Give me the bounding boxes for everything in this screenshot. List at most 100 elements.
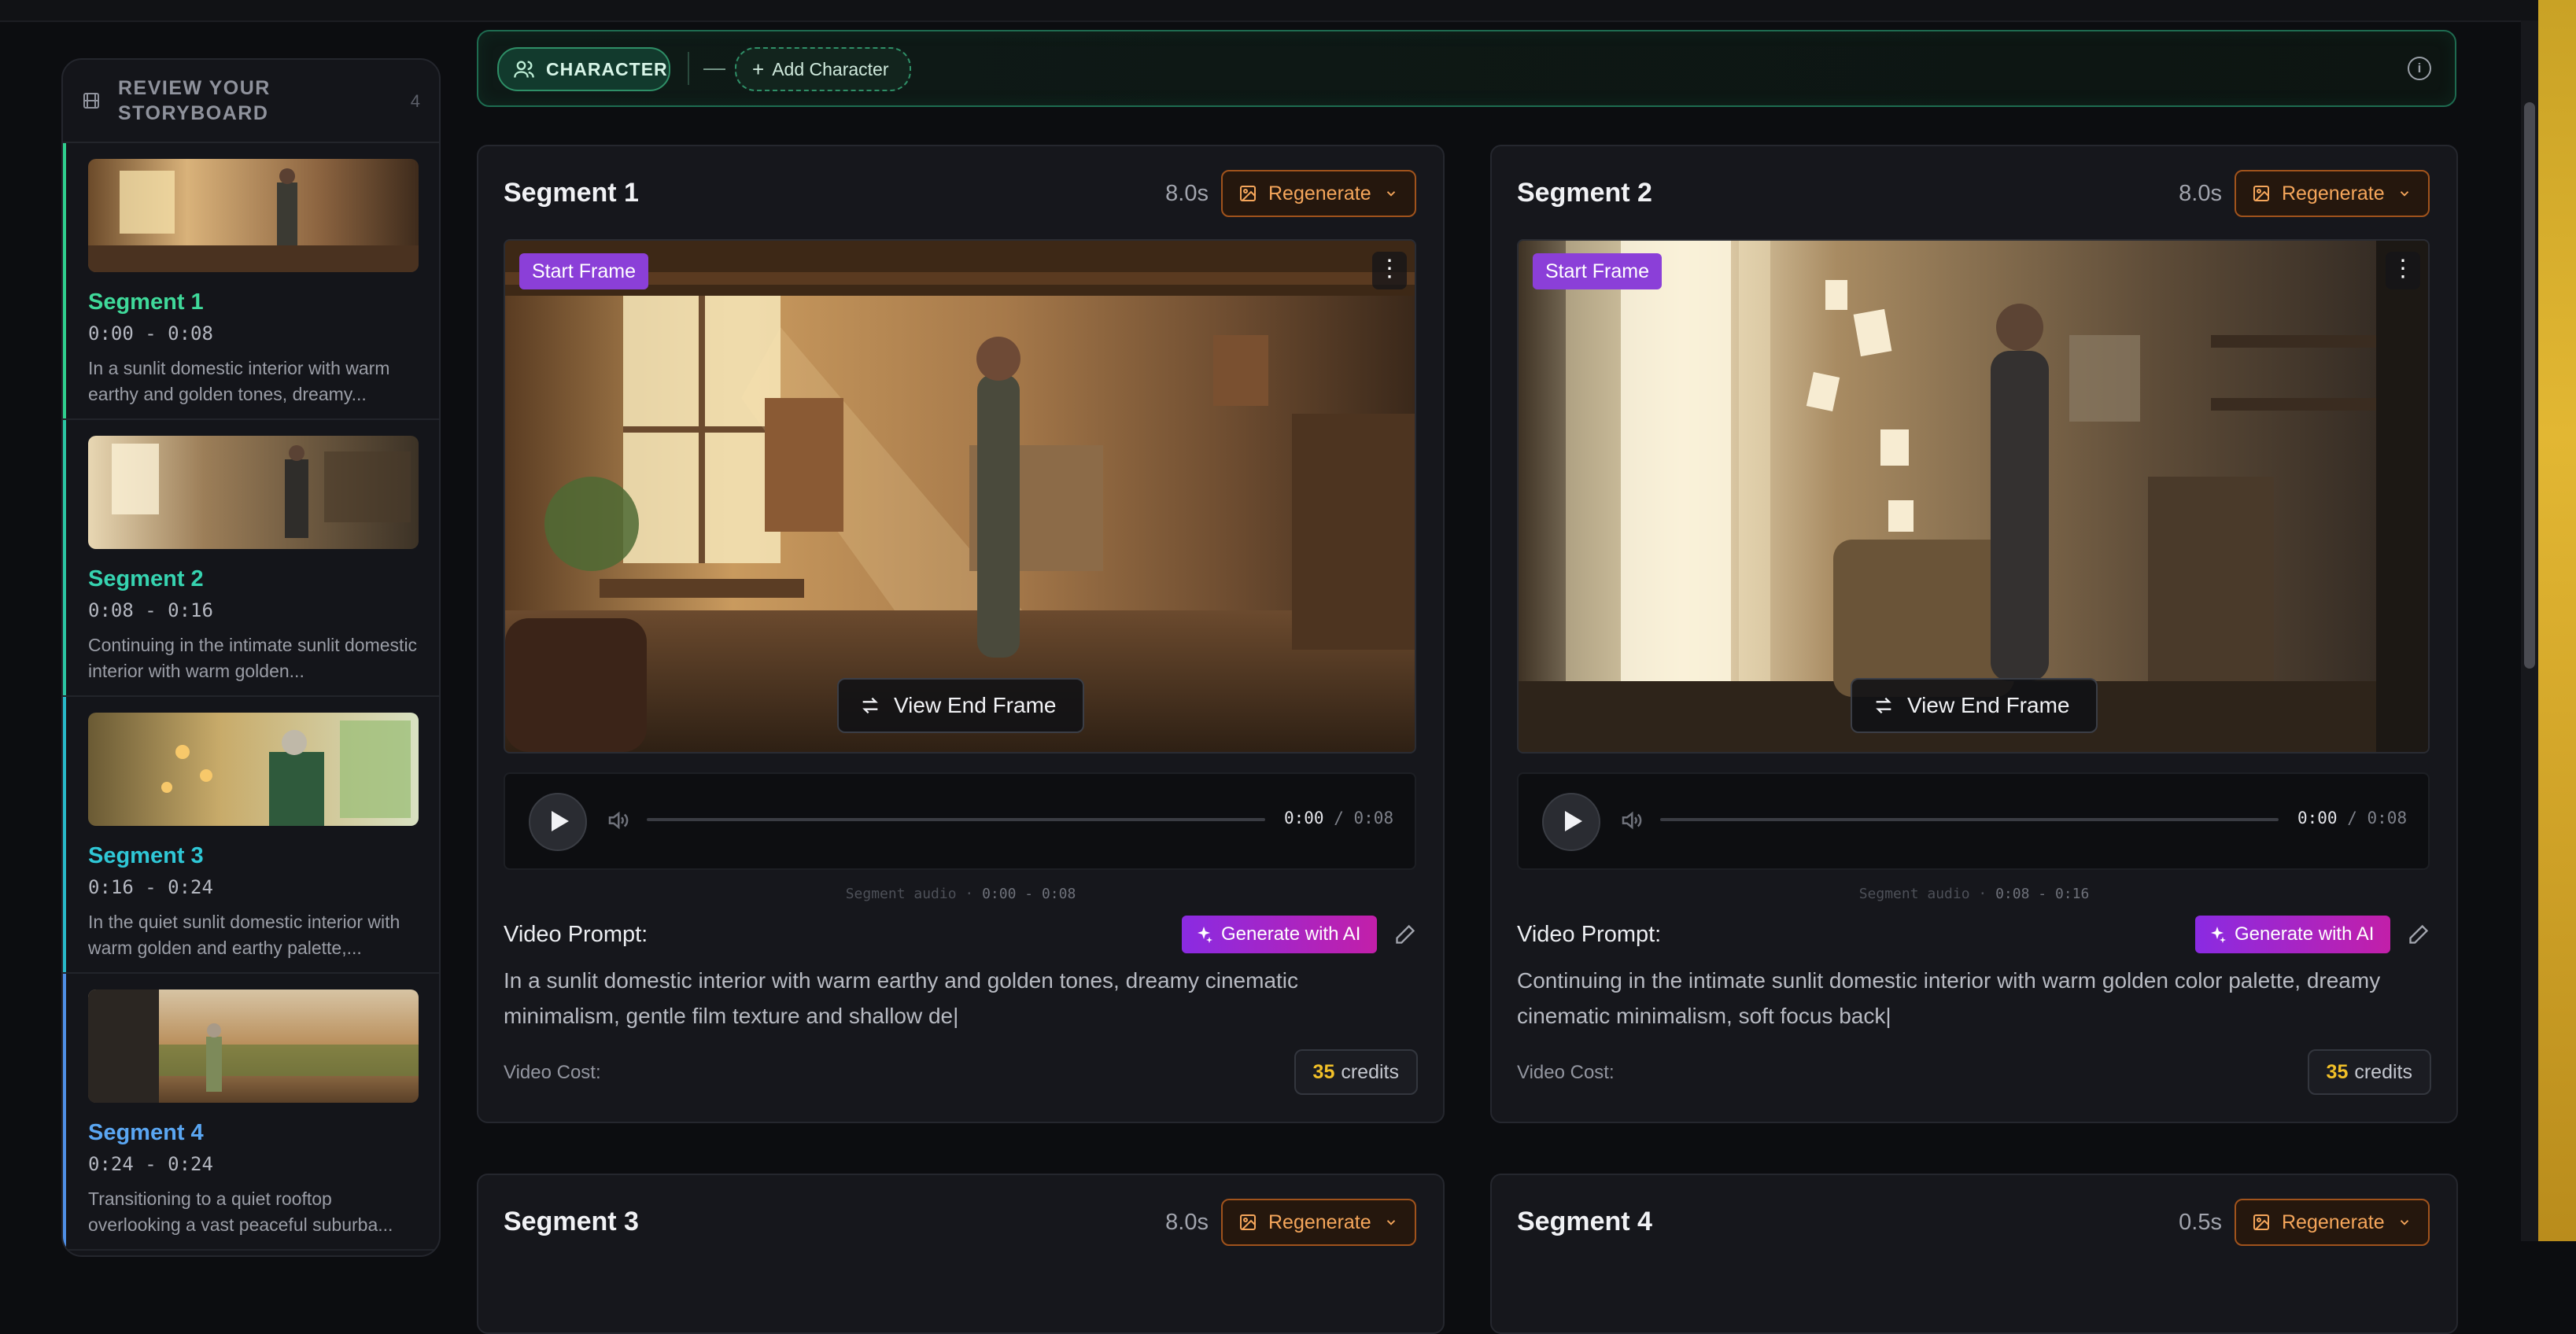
scrollbar-thumb[interactable] <box>2524 102 2535 669</box>
total-time: 0:08 <box>2367 809 2408 827</box>
regenerate-label: Regenerate <box>2282 182 2385 205</box>
regenerate-button[interactable]: Regenerate <box>2235 170 2430 217</box>
generate-with-ai-label: Generate with AI <box>1221 923 1361 945</box>
image-icon <box>2253 1214 2269 1230</box>
chevron-down-icon <box>2400 191 2408 197</box>
view-end-frame-button[interactable]: View End Frame <box>1851 678 2098 733</box>
video-cost-label: Video Cost: <box>504 1062 601 1083</box>
credits-unit: credits <box>1341 1061 1399 1083</box>
start-frame-tag: Start Frame <box>1533 253 1662 289</box>
generate-with-ai-button[interactable]: Generate with AI <box>2195 916 2390 953</box>
character-label: CHARACTER <box>546 58 668 79</box>
segment-indicator <box>63 697 66 972</box>
living-room-scene <box>1519 241 2428 752</box>
credits-unit: credits <box>2354 1061 2412 1083</box>
chevron-down-icon <box>1386 191 1395 197</box>
video-prompt-label: Video Prompt: <box>504 922 648 947</box>
segment-card-1: Segment 1 8.0s Regenerate Start Frame ⋮ … <box>477 145 1445 1123</box>
segment-time: 0:08 - 0:16 <box>88 599 213 621</box>
generate-with-ai-button[interactable]: Generate with AI <box>1182 916 1377 953</box>
segment-name: Segment 3 <box>88 843 204 868</box>
segment-audio-label: Segment audio <box>1858 886 1970 902</box>
video-cost-label: Video Cost: <box>1517 1062 1615 1083</box>
segment-time: 0:00 - 0:08 <box>88 322 213 345</box>
segment-4-thumbnail <box>88 989 419 1103</box>
regenerate-label: Regenerate <box>1268 1211 1371 1233</box>
sidebar-item-segment-2[interactable]: Segment 2 0:08 - 0:16 Continuing in the … <box>63 420 439 697</box>
view-end-frame-label: View End Frame <box>1907 693 2070 717</box>
regenerate-button[interactable]: Regenerate <box>1221 170 1416 217</box>
segment-description: In the quiet sunlit domestic interior wi… <box>88 912 400 958</box>
sidebar-header: REVIEW YOUR STORYBOARD 4 <box>63 60 439 143</box>
active-indicator <box>63 143 66 418</box>
info-icon[interactable]: i <box>2408 57 2431 80</box>
credits-badge: 35 credits <box>2307 1049 2431 1095</box>
segment-audio-range: 0:08 - 0:16 <box>1995 886 2090 902</box>
regenerate-button[interactable]: Regenerate <box>2235 1199 2430 1246</box>
audio-progress-track[interactable] <box>647 818 1265 821</box>
credits-value: 35 <box>2326 1061 2349 1083</box>
segment-card-2: Segment 2 8.0s Regenerate Start Frame ⋮ … <box>1490 145 2458 1123</box>
start-frame-image[interactable]: Start Frame ⋮ View End Frame <box>1517 239 2430 754</box>
swap-icon <box>1876 697 1891 714</box>
add-character-label: Add Character <box>772 58 889 79</box>
segment-name: Segment 2 <box>88 566 204 591</box>
swap-icon <box>862 697 878 714</box>
pencil-icon[interactable] <box>1394 923 1416 945</box>
regenerate-label: Regenerate <box>1268 182 1371 205</box>
film-icon <box>83 93 99 109</box>
more-options-icon[interactable]: ⋮ <box>2386 252 2420 289</box>
time-separator: / <box>1323 809 1354 827</box>
sparkles-icon <box>1198 927 1212 943</box>
sidebar-item-segment-4[interactable]: Segment 4 0:24 - 0:24 Transitioning to a… <box>63 974 439 1251</box>
start-frame-image[interactable]: Start Frame ⋮ View End Frame <box>504 239 1416 754</box>
video-prompt-text[interactable]: In a sunlit domestic interior with warm … <box>504 963 1408 1034</box>
no-character-dash: — <box>703 55 725 79</box>
segment-title: Segment 2 <box>1517 178 1652 208</box>
users-icon <box>514 61 534 78</box>
segment-audio-label: Segment audio <box>845 886 957 902</box>
play-button[interactable] <box>529 793 587 851</box>
view-end-frame-button[interactable]: View End Frame <box>837 678 1084 733</box>
sidebar-item-segment-1[interactable]: Segment 1 0:00 - 0:08 In a sunlit domest… <box>63 143 439 420</box>
segment-indicator <box>63 420 66 695</box>
segment-title: Segment 4 <box>1517 1207 1652 1236</box>
segment-2-thumbnail <box>88 436 419 549</box>
view-end-frame-label: View End Frame <box>894 693 1057 717</box>
add-character-button[interactable]: + Add Character <box>735 47 911 91</box>
segment-duration: 0.5s <box>2179 1210 2222 1235</box>
plus-icon: + <box>752 57 765 81</box>
playback-time: 0:00 / 0:08 <box>2297 809 2407 827</box>
segment-audio-caption: Segment audio · 0:08 - 0:16 <box>1858 886 2090 902</box>
segment-description: Transitioning to a quiet rooftop overloo… <box>88 1188 393 1235</box>
generate-with-ai-label: Generate with AI <box>2235 923 2375 945</box>
character-chip[interactable]: CHARACTER <box>497 47 670 91</box>
segment-audio-caption: Segment audio · 0:00 - 0:08 <box>845 886 1076 902</box>
play-button[interactable] <box>1542 793 1600 851</box>
segment-1-thumbnail <box>88 159 419 272</box>
segment-duration: 8.0s <box>1165 181 1209 206</box>
audio-player: 0:00 / 0:08 <box>504 772 1416 870</box>
time-separator: / <box>2337 809 2367 827</box>
volume-icon[interactable] <box>1619 809 1643 832</box>
video-prompt-text[interactable]: Continuing in the intimate sunlit domest… <box>1517 963 2422 1034</box>
segment-description: In a sunlit domestic interior with warm … <box>88 358 390 404</box>
segment-audio-range: 0:00 - 0:08 <box>982 886 1076 902</box>
playback-time: 0:00 / 0:08 <box>1284 809 1393 827</box>
video-prompt-label: Video Prompt: <box>1517 922 1662 947</box>
studio-scene <box>505 241 1415 752</box>
image-icon <box>1240 1214 1256 1230</box>
start-frame-tag: Start Frame <box>519 253 648 289</box>
volume-icon[interactable] <box>606 809 629 832</box>
audio-progress-track[interactable] <box>1660 818 2279 821</box>
background-window-edge <box>2538 0 2576 1241</box>
segment-duration: 8.0s <box>1165 1210 1209 1235</box>
more-options-icon[interactable]: ⋮ <box>1372 252 1407 289</box>
pencil-icon[interactable] <box>2408 923 2430 945</box>
character-bar: CHARACTER — + Add Character i <box>477 30 2456 107</box>
segment-card-3: Segment 3 8.0s Regenerate <box>477 1174 1445 1334</box>
chevron-down-icon <box>1386 1220 1395 1225</box>
segment-3-thumbnail <box>88 713 419 826</box>
sidebar-item-segment-3[interactable]: Segment 3 0:16 - 0:24 In the quiet sunli… <box>63 697 439 974</box>
regenerate-button[interactable]: Regenerate <box>1221 1199 1416 1246</box>
